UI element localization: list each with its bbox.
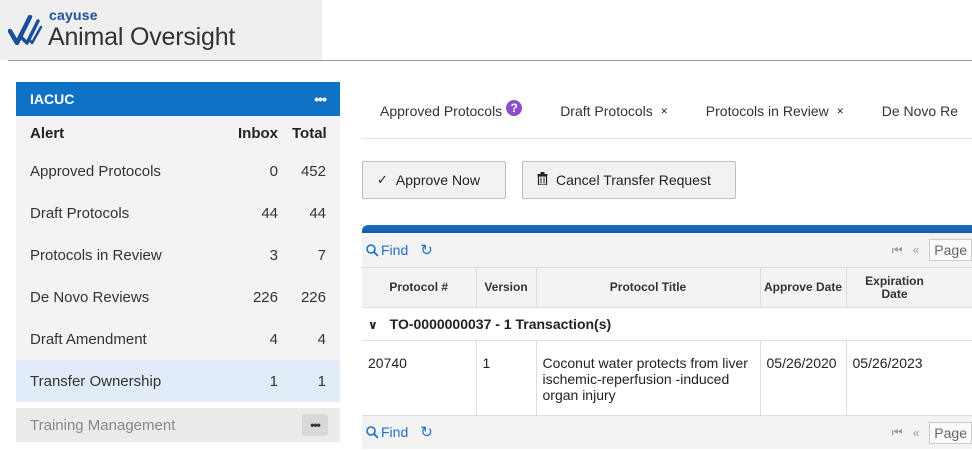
sidebar-item-label: Transfer Ownership: [30, 372, 162, 390]
grid-table: Protocol # Version Protocol Title Approv…: [362, 267, 972, 415]
approve-now-label: Approve Now: [395, 172, 480, 188]
header-divider: [8, 60, 972, 61]
sidebar-item-draft-protocols[interactable]: Draft Protocols 44 44: [16, 192, 340, 234]
brand-small-text: cayuse: [49, 7, 98, 23]
sidebar-section-label: Training Management: [30, 416, 176, 434]
inbox-column-header: Inbox: [238, 124, 278, 142]
column-header-approve-date[interactable]: Approve Date: [760, 267, 847, 308]
sidebar-item-total-count: 7: [317, 246, 326, 264]
pager-bottom: ⏮ « Page: [892, 416, 972, 450]
cancel-transfer-request-button[interactable]: Cancel Transfer Request: [522, 161, 736, 199]
page-label[interactable]: Page: [929, 239, 972, 261]
column-header-version[interactable]: Version: [476, 267, 537, 308]
cell-expiration-date: 05/26/2023: [846, 340, 972, 415]
sidebar-item-de-novo-reviews[interactable]: De Novo Reviews 226 226: [16, 276, 340, 318]
prev-page-icon[interactable]: «: [913, 243, 920, 257]
brand-name: Animal Oversight: [48, 23, 236, 51]
cell-protocol-title: Coconut water protects from liver ischem…: [536, 340, 761, 415]
sidebar-item-total-count: 44: [309, 204, 326, 222]
table-row[interactable]: 20740 1 Coconut water protects from live…: [362, 340, 972, 415]
sidebar-item-total-count: 452: [300, 162, 326, 180]
group-cell: ∨ TO-0000000037 - 1 Transaction(s): [362, 307, 972, 341]
training-menu-icon[interactable]: •••: [302, 414, 328, 436]
sidebar-item-label: Protocols in Review: [30, 246, 162, 264]
cayuse-check-logo-icon: [8, 15, 43, 45]
find-button[interactable]: Find: [366, 242, 408, 258]
page-label[interactable]: Page: [929, 421, 972, 444]
first-page-icon[interactable]: ⏮: [892, 243, 903, 258]
sidebar-item-total-count: 4: [317, 330, 326, 348]
tab-protocols-in-review[interactable]: Protocols in Review ×: [688, 103, 844, 119]
search-icon: [366, 243, 379, 257]
sidebar-item-transfer-ownership[interactable]: Transfer Ownership 1 1: [16, 360, 340, 402]
sidebar-menu-icon[interactable]: •••: [314, 91, 327, 107]
tab-divider: [362, 138, 972, 139]
close-icon[interactable]: ×: [661, 104, 668, 118]
find-button-bottom[interactable]: Find: [366, 424, 408, 440]
sidebar-item-total-count: 226: [300, 288, 326, 306]
tab-de-novo-reviews[interactable]: De Novo Re: [864, 103, 958, 119]
tab-draft-protocols[interactable]: Draft Protocols ×: [542, 103, 668, 119]
transfer-grid: Find ↻ ⏮ « Page Protocol # Version Proto…: [362, 225, 972, 450]
find-label: Find: [381, 424, 409, 440]
sidebar-header-label: IACUC: [30, 91, 75, 107]
sidebar-item-inbox-count: 3: [269, 246, 278, 264]
prev-page-icon[interactable]: «: [913, 426, 920, 440]
grid-header-row: Protocol # Version Protocol Title Approv…: [362, 267, 972, 308]
close-icon[interactable]: ×: [837, 104, 844, 118]
sidebar-item-protocols-in-review[interactable]: Protocols in Review 3 7: [16, 234, 340, 276]
grid-toolbar-top: Find ↻ ⏮ « Page: [362, 233, 972, 267]
tab-label: De Novo Re: [881, 103, 959, 119]
sidebar-item-inbox-count: 0: [269, 162, 278, 180]
find-label: Find: [381, 242, 409, 258]
grid-top-bar: [362, 225, 972, 233]
help-icon[interactable]: ?: [506, 100, 523, 116]
sidebar-item-label: Approved Protocols: [30, 162, 161, 180]
sidebar-item-inbox-count: 4: [269, 330, 278, 348]
sidebar-item-inbox-count: 226: [252, 288, 278, 306]
sidebar-item-total-count: 1: [317, 372, 326, 390]
trash-icon: [537, 172, 548, 188]
sidebar-item-label: Draft Protocols: [30, 204, 130, 222]
total-column-header: Total: [292, 124, 327, 142]
tab-approved-protocols[interactable]: Approved Protocols ?: [362, 100, 523, 119]
alert-column-header: Alert: [30, 124, 65, 142]
sidebar-section-training-management[interactable]: Training Management •••: [16, 408, 340, 442]
tab-label: Protocols in Review: [705, 103, 829, 119]
tab-bar: Approved Protocols ? Draft Protocols × P…: [362, 84, 972, 138]
sidebar: IACUC ••• Alert Inbox Total Approved Pro…: [16, 82, 340, 450]
checkmark-icon: ✓: [377, 172, 388, 187]
sidebar-item-inbox-count: 44: [261, 204, 278, 222]
chevron-down-icon[interactable]: ∨: [368, 317, 378, 333]
sidebar-item-draft-amendment[interactable]: Draft Amendment 4 4: [16, 318, 340, 360]
approve-now-button[interactable]: ✓ Approve Now: [362, 161, 506, 199]
cell-version: 1: [476, 340, 537, 415]
sidebar-header[interactable]: IACUC •••: [16, 82, 340, 116]
sidebar-item-label: De Novo Reviews: [30, 288, 150, 306]
first-page-icon[interactable]: ⏮: [892, 425, 903, 440]
grid-toolbar-bottom: Find ↻ ⏮ « Page: [362, 414, 972, 450]
cell-approve-date: 05/26/2020: [760, 340, 847, 415]
cell-protocol-number: 20740: [362, 340, 477, 415]
column-header-protocol-number[interactable]: Protocol #: [362, 267, 477, 308]
group-row[interactable]: ∨ TO-0000000037 - 1 Transaction(s): [362, 307, 972, 341]
pager: ⏮ « Page: [892, 233, 972, 267]
column-header-protocol-title[interactable]: Protocol Title: [536, 267, 761, 308]
tab-label: Approved Protocols: [380, 103, 503, 119]
refresh-icon[interactable]: ↻: [420, 241, 433, 259]
search-icon: [366, 425, 379, 439]
sidebar-column-headers: Alert Inbox Total: [16, 116, 340, 150]
logo-header: cayuse Animal Oversight: [0, 0, 322, 60]
tab-label: Draft Protocols: [560, 103, 653, 119]
group-label: TO-0000000037 - 1 Transaction(s): [389, 315, 612, 332]
cancel-transfer-label: Cancel Transfer Request: [556, 172, 711, 188]
sidebar-item-inbox-count: 1: [269, 372, 278, 390]
refresh-icon[interactable]: ↻: [420, 423, 433, 441]
sidebar-item-label: Draft Amendment: [30, 330, 147, 348]
sidebar-item-approved-protocols[interactable]: Approved Protocols 0 452: [16, 150, 340, 192]
column-header-expiration-date[interactable]: Expiration Date: [846, 267, 972, 308]
